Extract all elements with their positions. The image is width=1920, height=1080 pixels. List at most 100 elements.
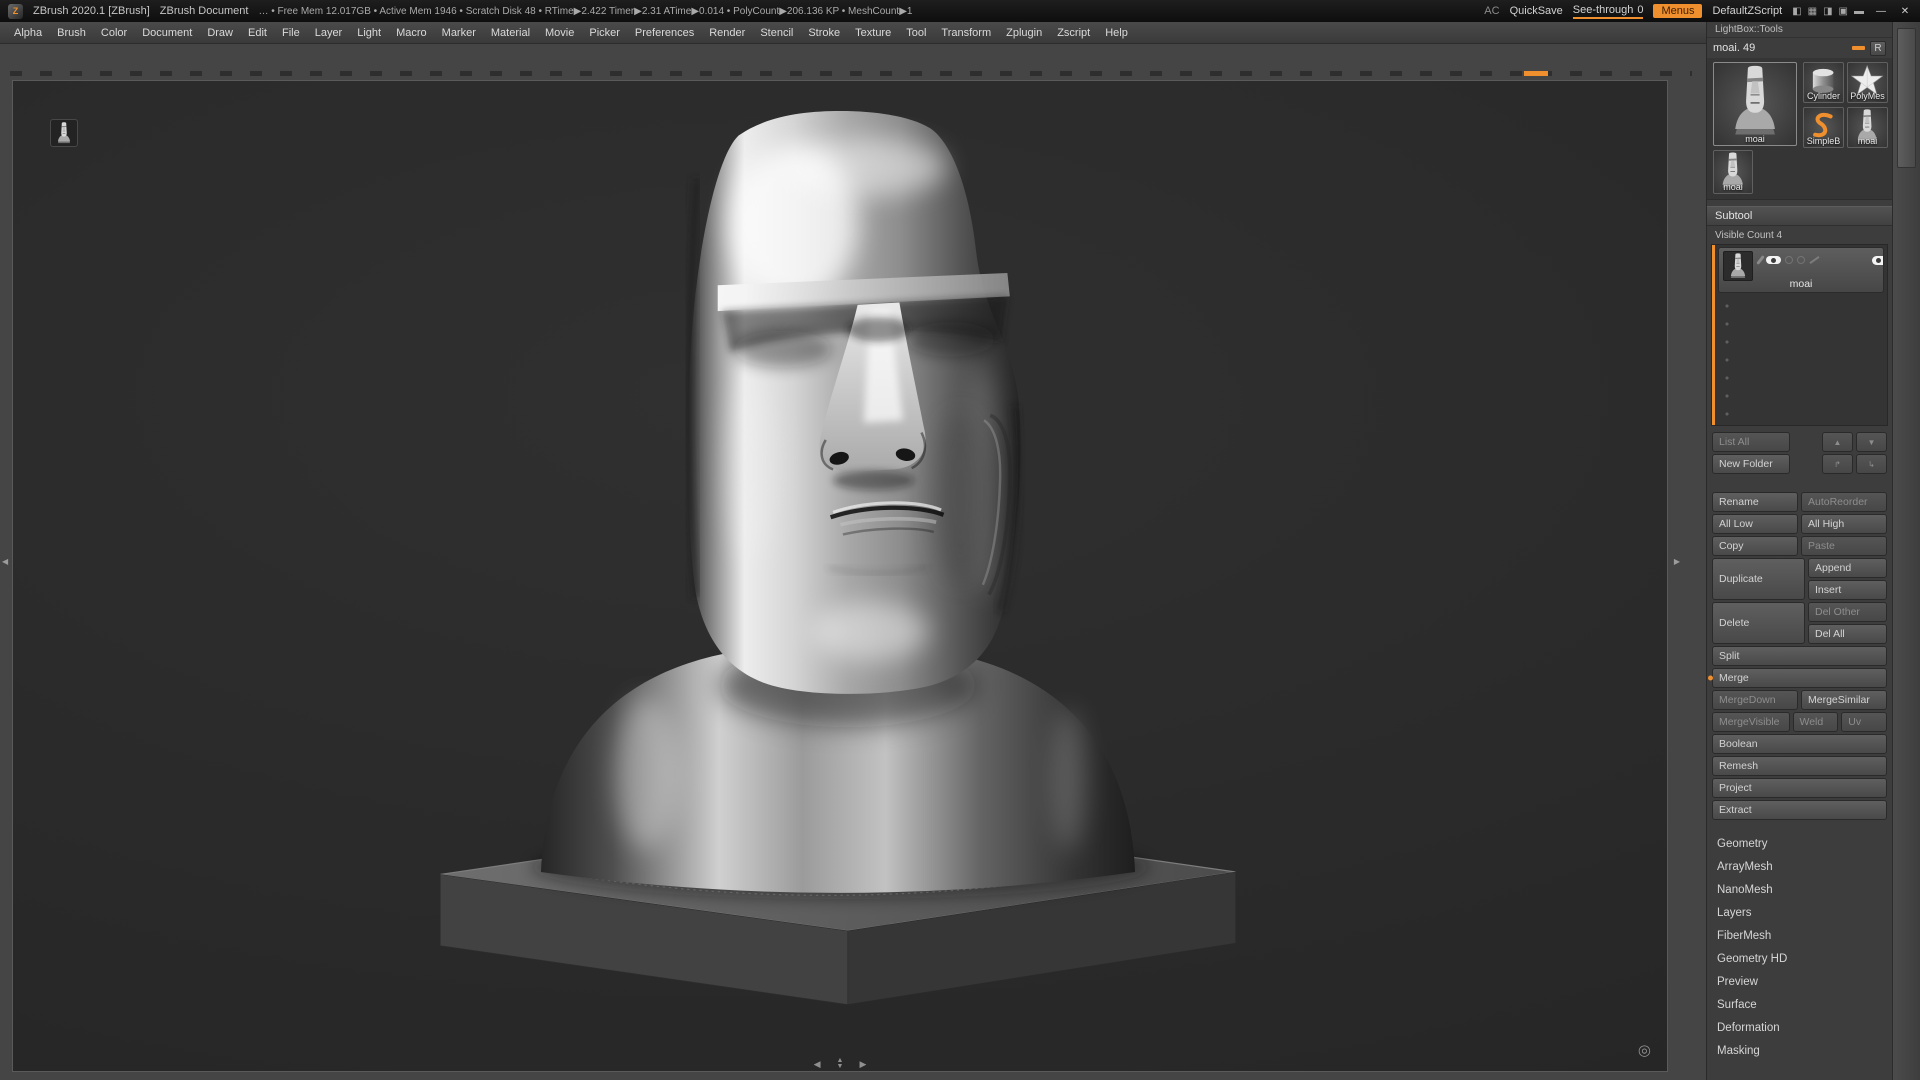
remesh-button[interactable]: Remesh bbox=[1712, 756, 1887, 776]
menu-render[interactable]: Render bbox=[709, 27, 745, 39]
subtool-toggle-icon-1[interactable] bbox=[1785, 256, 1793, 264]
palette-surface[interactable]: Surface bbox=[1707, 993, 1892, 1016]
menu-zscript[interactable]: Zscript bbox=[1057, 27, 1090, 39]
del-other-button: Del Other bbox=[1808, 602, 1887, 622]
menu-transform[interactable]: Transform bbox=[941, 27, 991, 39]
canvas-scroll-left-icon[interactable]: ◀ bbox=[814, 1059, 821, 1070]
palette-layers[interactable]: Layers bbox=[1707, 901, 1892, 924]
palette-masking[interactable]: Masking bbox=[1707, 1039, 1892, 1062]
palette-geometry[interactable]: Geometry bbox=[1707, 832, 1892, 855]
menu-tool[interactable]: Tool bbox=[906, 27, 926, 39]
visibility-eye-icon[interactable] bbox=[1766, 256, 1781, 264]
tool-thumb-moai-3[interactable]: moai bbox=[1713, 150, 1753, 194]
append-button[interactable]: Append bbox=[1808, 558, 1887, 578]
layout-left-icon[interactable]: ◧ bbox=[1792, 6, 1801, 17]
rename-button[interactable]: Rename bbox=[1712, 492, 1798, 512]
menu-stencil[interactable]: Stencil bbox=[760, 27, 793, 39]
copy-button[interactable]: Copy bbox=[1712, 536, 1798, 556]
menu-help[interactable]: Help bbox=[1105, 27, 1128, 39]
del-all-button[interactable]: Del All bbox=[1808, 624, 1887, 644]
menu-color[interactable]: Color bbox=[101, 27, 127, 39]
merge-down-button: MergeDown bbox=[1712, 690, 1798, 710]
subtool-palette-header[interactable]: Subtool bbox=[1707, 206, 1892, 226]
insert-button[interactable]: Insert bbox=[1808, 580, 1887, 600]
layout-right-icon[interactable]: ◨ bbox=[1823, 6, 1832, 17]
list-all-button: List All bbox=[1712, 432, 1790, 452]
menu-layer[interactable]: Layer bbox=[315, 27, 343, 39]
minimize-button[interactable]: — bbox=[1874, 6, 1888, 17]
menu-brush[interactable]: Brush bbox=[57, 27, 86, 39]
all-low-button[interactable]: All Low bbox=[1712, 514, 1798, 534]
menu-stroke[interactable]: Stroke bbox=[808, 27, 840, 39]
menu-file[interactable]: File bbox=[282, 27, 300, 39]
see-through-slider[interactable]: See-through 0 bbox=[1572, 4, 1644, 19]
quicksave-button[interactable]: QuickSave bbox=[1510, 5, 1563, 17]
tool-thumb-polymesh-star[interactable]: PolyMes bbox=[1847, 62, 1888, 103]
subtool-list[interactable]: moai bbox=[1711, 244, 1888, 426]
palette-nanomesh[interactable]: NanoMesh bbox=[1707, 878, 1892, 901]
palette-fibermesh[interactable]: FiberMesh bbox=[1707, 924, 1892, 947]
menu-draw[interactable]: Draw bbox=[207, 27, 233, 39]
subtool-toggle-icon-2[interactable] bbox=[1797, 256, 1805, 264]
palette-geometry-hd[interactable]: Geometry HD bbox=[1707, 947, 1892, 970]
pivot-indicator-icon[interactable]: ◎ bbox=[1638, 1041, 1651, 1059]
titlebar: Z ZBrush 2020.1 [ZBrush] ZBrush Document… bbox=[0, 0, 1920, 22]
merge-similar-button[interactable]: MergeSimilar bbox=[1801, 690, 1887, 710]
layout-bar-icon[interactable]: ▬ bbox=[1854, 6, 1864, 17]
project-button[interactable]: Project bbox=[1712, 778, 1887, 798]
layout-window-icon[interactable]: ▣ bbox=[1839, 6, 1848, 17]
menu-movie[interactable]: Movie bbox=[545, 27, 574, 39]
sculpt-canvas[interactable]: ◀ ▲ ▼ ▶ ◎ bbox=[12, 80, 1668, 1072]
restore-config-button[interactable]: R bbox=[1870, 40, 1886, 56]
menu-edit[interactable]: Edit bbox=[248, 27, 267, 39]
weld-button: Weld bbox=[1792, 712, 1839, 732]
layout-grid-icon[interactable]: ▦ bbox=[1808, 6, 1817, 17]
split-button[interactable]: Split bbox=[1712, 646, 1887, 666]
menu-zplugin[interactable]: Zplugin bbox=[1006, 27, 1042, 39]
menu-light[interactable]: Light bbox=[357, 27, 381, 39]
all-high-button[interactable]: All High bbox=[1801, 514, 1887, 534]
menu-macro[interactable]: Macro bbox=[396, 27, 427, 39]
tool-mini-slider[interactable] bbox=[1852, 46, 1865, 50]
tool-thumb-moai-selected[interactable]: moai bbox=[1713, 62, 1797, 146]
new-folder-button[interactable]: New Folder bbox=[1712, 454, 1790, 474]
palette-sections: Geometry ArrayMesh NanoMesh Layers Fiber… bbox=[1707, 832, 1892, 1062]
merge-button[interactable]: Merge bbox=[1712, 668, 1887, 688]
tool-thumb-cylinder[interactable]: Cylinder bbox=[1803, 62, 1844, 103]
tool-thumb-simplebrush[interactable]: SimpleB bbox=[1803, 107, 1844, 148]
moai-sculpt[interactable] bbox=[435, 111, 1241, 1007]
menu-document[interactable]: Document bbox=[142, 27, 192, 39]
palette-arraymesh[interactable]: ArrayMesh bbox=[1707, 855, 1892, 878]
right-tray-toggle[interactable]: ▶ bbox=[1674, 558, 1680, 566]
paste-button: Paste bbox=[1801, 536, 1887, 556]
subtool-move-down-button: ▼ bbox=[1856, 432, 1887, 452]
menu-texture[interactable]: Texture bbox=[855, 27, 891, 39]
canvas-scroll-right-icon[interactable]: ▶ bbox=[859, 1059, 866, 1070]
subtool-toggle-icon-3[interactable] bbox=[1809, 256, 1820, 264]
polypaint-icon[interactable] bbox=[1756, 255, 1765, 265]
menu-picker[interactable]: Picker bbox=[589, 27, 620, 39]
close-button[interactable]: ✕ bbox=[1898, 6, 1912, 17]
left-tray-toggle[interactable]: ◀ bbox=[2, 558, 8, 566]
delete-button[interactable]: Delete bbox=[1712, 602, 1805, 644]
duplicate-button[interactable]: Duplicate bbox=[1712, 558, 1805, 600]
menu-alpha[interactable]: Alpha bbox=[14, 27, 42, 39]
subtool-item-moai[interactable]: moai bbox=[1718, 247, 1884, 293]
menu-preferences[interactable]: Preferences bbox=[635, 27, 694, 39]
boolean-button[interactable]: Boolean bbox=[1712, 734, 1887, 754]
extract-button[interactable]: Extract bbox=[1712, 800, 1887, 820]
menu-marker[interactable]: Marker bbox=[442, 27, 476, 39]
canvas-scroll-down-icon[interactable]: ▼ bbox=[837, 1063, 844, 1070]
menu-material[interactable]: Material bbox=[491, 27, 530, 39]
default-zscript-button[interactable]: DefaultZScript bbox=[1712, 5, 1782, 17]
right-tray-scrollbar-thumb[interactable] bbox=[1897, 28, 1916, 168]
menus-button[interactable]: Menus bbox=[1653, 4, 1703, 18]
visibility-eye-edge-icon[interactable] bbox=[1872, 255, 1883, 265]
palette-deformation[interactable]: Deformation bbox=[1707, 1016, 1892, 1039]
tool-thumb-moai-2[interactable]: moai bbox=[1847, 107, 1888, 148]
subtool-scrollbar[interactable] bbox=[1712, 245, 1715, 425]
lightbox-tools-header[interactable]: LightBox::Tools bbox=[1707, 22, 1892, 38]
palette-preview[interactable]: Preview bbox=[1707, 970, 1892, 993]
document-title: ZBrush Document bbox=[159, 5, 249, 17]
right-tray-scrollbar[interactable] bbox=[1892, 22, 1920, 1080]
